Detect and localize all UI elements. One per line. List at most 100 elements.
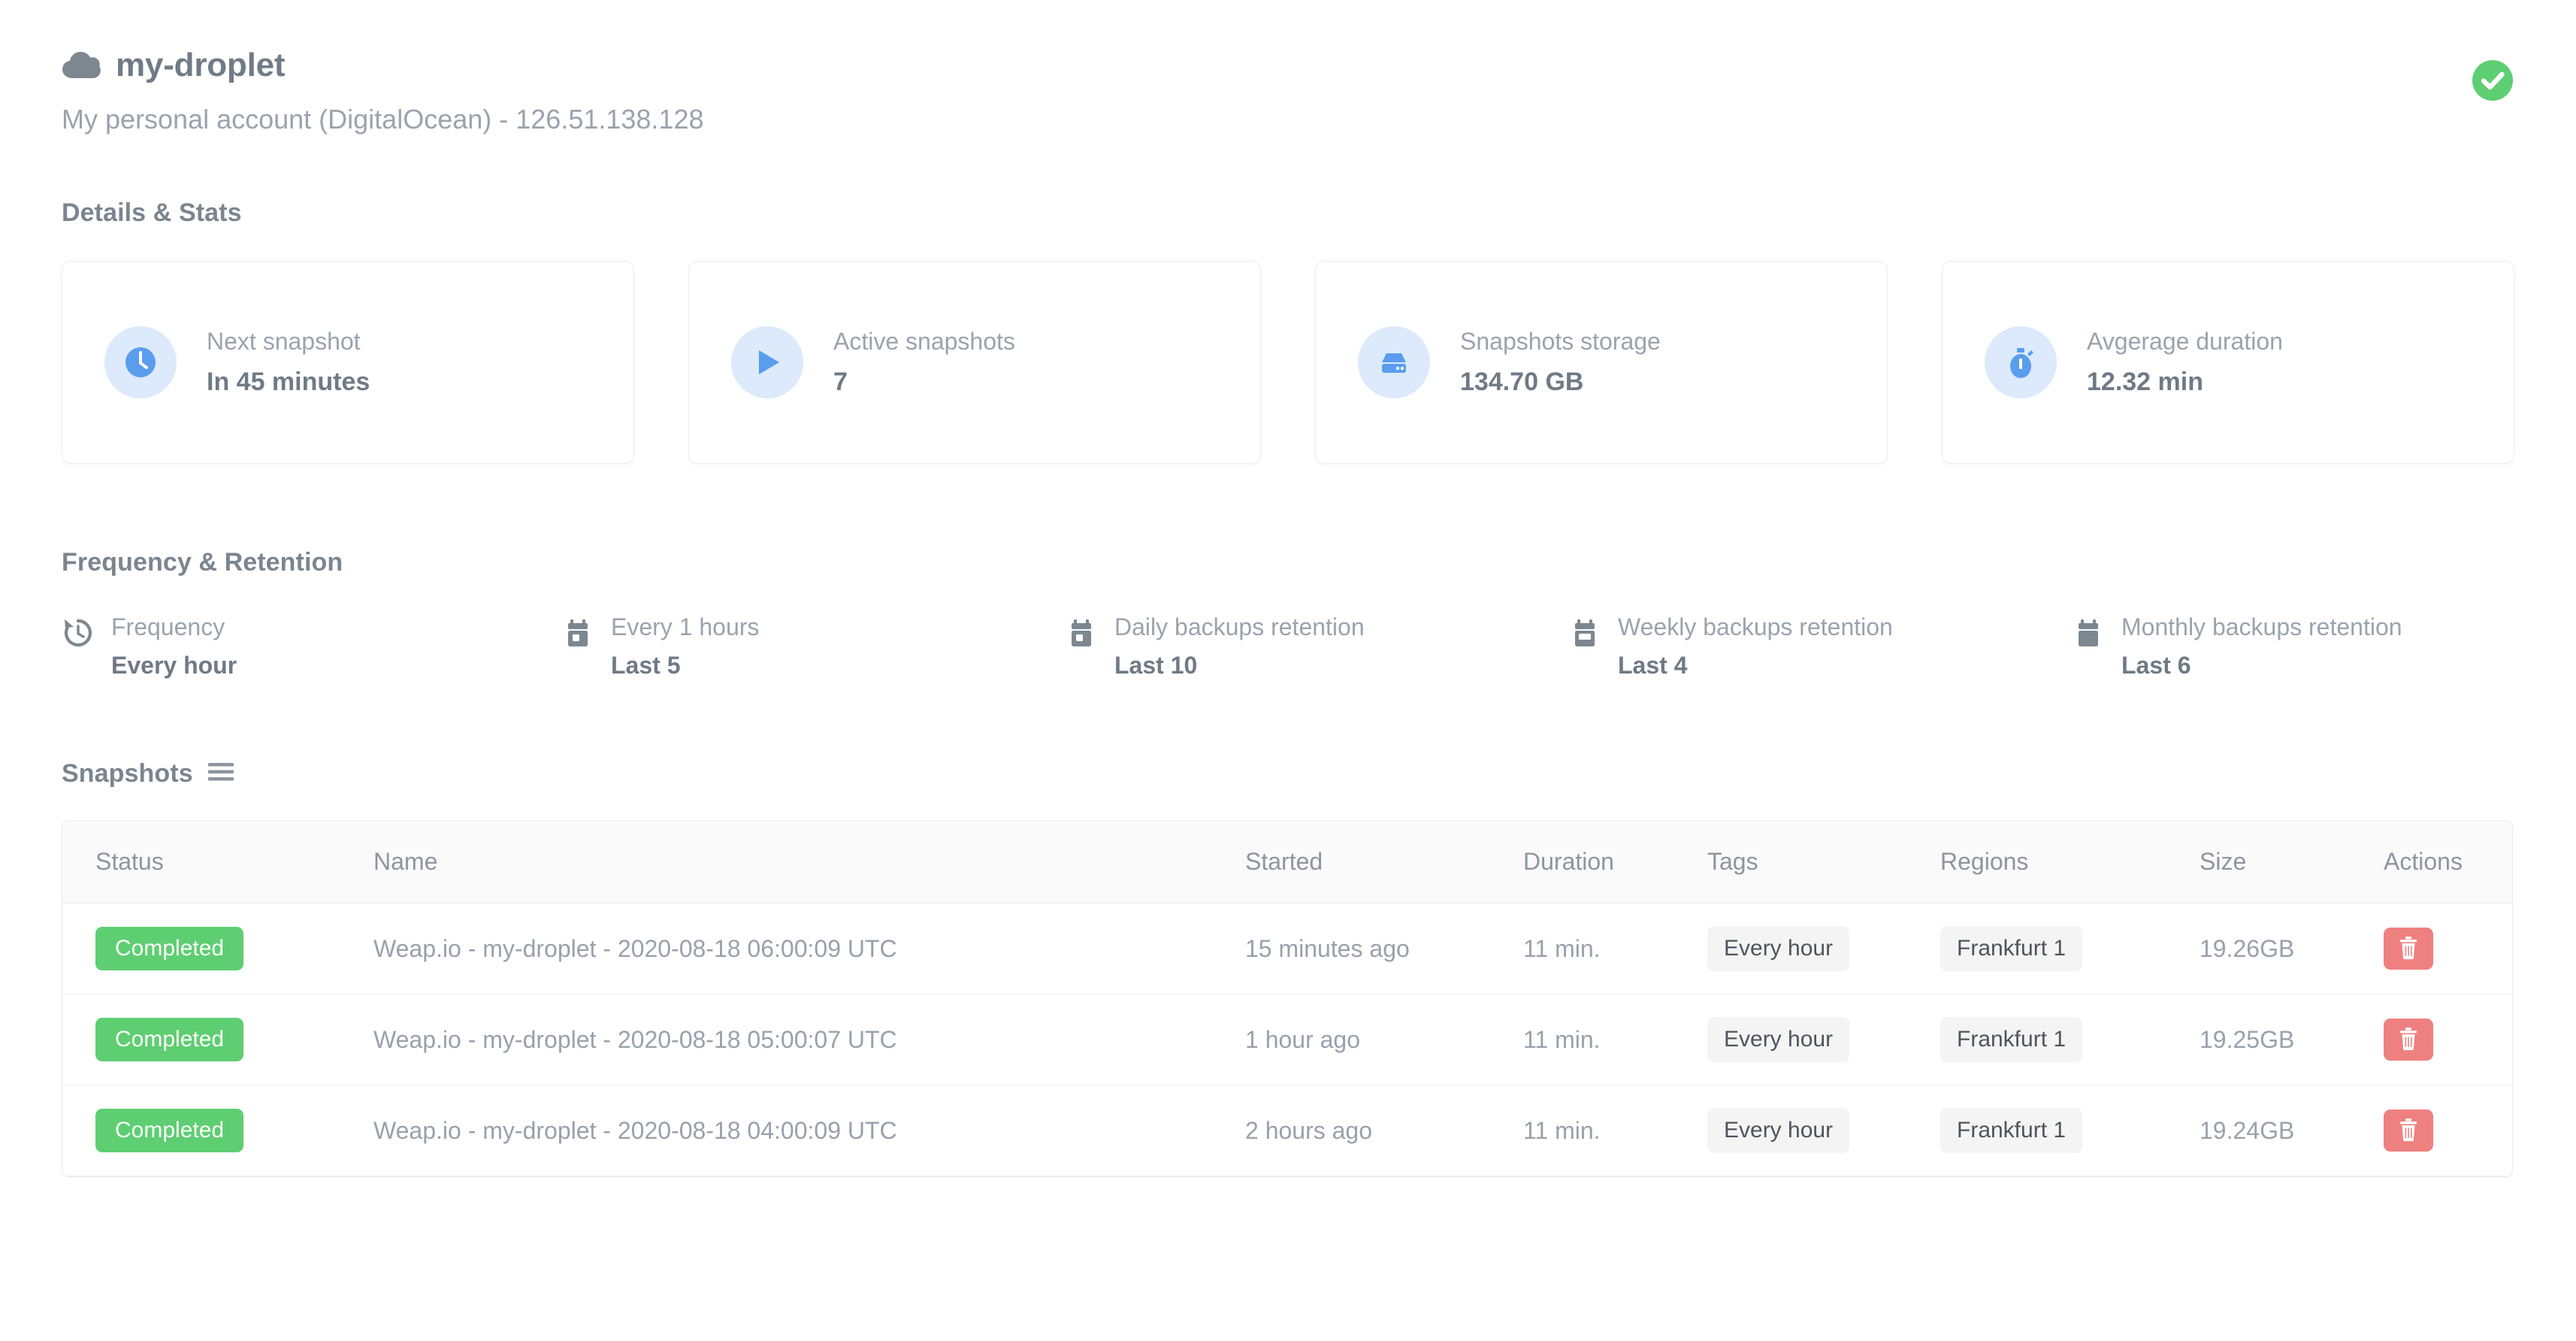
cell-size: 19.26GB xyxy=(2200,903,2384,994)
tag-chip: Every hour xyxy=(1707,1108,1850,1153)
region-chip: Frankfurt 1 xyxy=(1940,926,2083,971)
cell-status: Completed xyxy=(62,994,373,1085)
cell-started: 15 minutes ago xyxy=(1245,903,1523,994)
stat-card-average-duration: Avgerage duration 12.32 min xyxy=(1942,261,2514,464)
title-row: my-droplet xyxy=(62,47,2514,84)
freq-text: Every 1 hours Last 5 xyxy=(611,613,759,680)
table-row: Completed Weap.io - my-droplet - 2020-08… xyxy=(62,994,2512,1085)
stat-value: 7 xyxy=(833,368,848,396)
trash-icon xyxy=(2399,1118,2418,1144)
freq-item-monthly-backups-retention: Monthly backups retention Last 6 xyxy=(2072,613,2402,680)
clock-icon xyxy=(104,326,177,398)
cell-regions: Frankfurt 1 xyxy=(1940,903,2200,994)
check-circle-icon xyxy=(2471,59,2514,102)
snapshots-title: Snapshots xyxy=(62,759,193,788)
freq-value: Last 10 xyxy=(1114,652,1198,679)
cell-duration: 11 min. xyxy=(1523,994,1707,1085)
stopwatch-icon xyxy=(1985,326,2057,398)
table-header-row: Status Name Started Duration Tags Region… xyxy=(62,821,2512,904)
stat-label: Avgerage duration xyxy=(2087,328,2283,355)
cell-duration: 11 min. xyxy=(1523,903,1707,994)
frequency-retention-title: Frequency & Retention xyxy=(62,548,343,577)
status-badge: Completed xyxy=(95,927,244,970)
freq-item-weekly-backups-retention: Weekly backups retention Last 4 xyxy=(1568,613,2072,680)
cell-size: 19.24GB xyxy=(2200,1085,2384,1176)
freq-value: Every hour xyxy=(111,652,237,679)
delete-snapshot-button[interactable] xyxy=(2384,1109,2433,1152)
calendar-icon xyxy=(561,613,594,653)
stat-card-active-snapshots: Active snapshots 7 xyxy=(688,261,1261,464)
column-header-status[interactable]: Status xyxy=(62,821,373,904)
cell-regions: Frankfurt 1 xyxy=(1940,994,2200,1085)
details-stats-title: Details & Stats xyxy=(62,198,242,227)
trash-icon xyxy=(2399,1027,2418,1053)
snapshots-table-head: Status Name Started Duration Tags Region… xyxy=(62,821,2512,904)
snapshots-title-row: Snapshots xyxy=(62,759,2514,789)
freq-item-frequency: Frequency Every hour xyxy=(62,613,561,680)
freq-text: Frequency Every hour xyxy=(111,613,237,680)
cell-actions xyxy=(2384,994,2512,1085)
cell-status: Completed xyxy=(62,1085,373,1176)
cell-regions: Frankfurt 1 xyxy=(1940,1085,2200,1176)
stat-card-text: Snapshots storage 134.70 GB xyxy=(1460,328,1661,397)
cell-tags: Every hour xyxy=(1707,1085,1940,1176)
calendar-icon xyxy=(2072,613,2105,653)
frequency-retention-items: Frequency Every hour Every 1 hours Last … xyxy=(62,613,2514,680)
cell-actions xyxy=(2384,903,2512,994)
cell-duration: 11 min. xyxy=(1523,1085,1707,1176)
stat-label: Snapshots storage xyxy=(1460,328,1661,355)
snapshots-table: Status Name Started Duration Tags Region… xyxy=(62,821,2512,1176)
stat-card-text: Avgerage duration 12.32 min xyxy=(2087,328,2283,397)
cell-tags: Every hour xyxy=(1707,994,1940,1085)
freq-label: Every 1 hours xyxy=(611,613,760,640)
freq-value: Last 4 xyxy=(1618,652,1688,679)
droplet-detail-page: my-droplet My personal account (DigitalO… xyxy=(0,0,2576,1341)
trash-icon xyxy=(2399,936,2418,962)
cell-actions xyxy=(2384,1085,2512,1176)
freq-label: Weekly backups retention xyxy=(1618,613,1893,640)
hard-drive-icon xyxy=(1358,326,1430,398)
freq-value: Last 5 xyxy=(611,652,681,679)
column-header-started[interactable]: Started xyxy=(1245,821,1523,904)
freq-value: Last 6 xyxy=(2121,652,2191,679)
freq-label: Daily backups retention xyxy=(1114,613,1365,640)
freq-item-every-1-hours: Every 1 hours Last 5 xyxy=(561,613,1065,680)
cell-name: Weap.io - my-droplet - 2020-08-18 06:00:… xyxy=(373,903,1245,994)
cell-started: 1 hour ago xyxy=(1245,994,1523,1085)
stat-label: Next snapshot xyxy=(207,328,361,355)
delete-snapshot-button[interactable] xyxy=(2384,1019,2433,1061)
stat-cards-row: Next snapshot In 45 minutes Active snaps… xyxy=(62,261,2514,464)
region-chip: Frankfurt 1 xyxy=(1940,1017,2083,1062)
column-header-duration[interactable]: Duration xyxy=(1523,821,1707,904)
page-title: my-droplet xyxy=(116,47,286,83)
column-header-name[interactable]: Name xyxy=(373,821,1245,904)
frequency-retention-section: Frequency & Retention Frequency Every ho… xyxy=(62,548,2514,680)
cell-name: Weap.io - my-droplet - 2020-08-18 05:00:… xyxy=(373,994,1245,1085)
column-header-size[interactable]: Size xyxy=(2200,821,2384,904)
cell-name: Weap.io - my-droplet - 2020-08-18 04:00:… xyxy=(373,1085,1245,1176)
freq-text: Monthly backups retention Last 6 xyxy=(2121,613,2402,680)
snapshots-table-card: Status Name Started Duration Tags Region… xyxy=(62,820,2513,1177)
stat-card-text: Next snapshot In 45 minutes xyxy=(207,328,370,397)
freq-item-daily-backups-retention: Daily backups retention Last 10 xyxy=(1065,613,1568,680)
column-header-actions: Actions xyxy=(2384,821,2512,904)
stat-card-next-snapshot: Next snapshot In 45 minutes xyxy=(62,261,634,464)
table-row: Completed Weap.io - my-droplet - 2020-08… xyxy=(62,903,2512,994)
page-header: my-droplet My personal account (DigitalO… xyxy=(62,0,2514,135)
tag-chip: Every hour xyxy=(1707,1017,1850,1062)
column-header-regions[interactable]: Regions xyxy=(1940,821,2200,904)
hamburger-icon[interactable] xyxy=(207,762,234,786)
snapshots-table-body: Completed Weap.io - my-droplet - 2020-08… xyxy=(62,903,2512,1176)
status-badge: Completed xyxy=(95,1109,244,1152)
region-chip: Frankfurt 1 xyxy=(1940,1108,2083,1153)
freq-label: Frequency xyxy=(111,613,225,640)
history-icon xyxy=(62,613,95,653)
snapshots-section: Snapshots Status Name Started Duration T… xyxy=(62,759,2514,1177)
cell-started: 2 hours ago xyxy=(1245,1085,1523,1176)
cloud-icon xyxy=(62,50,101,80)
delete-snapshot-button[interactable] xyxy=(2384,928,2433,970)
column-header-tags[interactable]: Tags xyxy=(1707,821,1940,904)
stat-label: Active snapshots xyxy=(833,328,1015,355)
freq-text: Weekly backups retention Last 4 xyxy=(1618,613,1893,680)
status-badge: Completed xyxy=(95,1018,244,1061)
